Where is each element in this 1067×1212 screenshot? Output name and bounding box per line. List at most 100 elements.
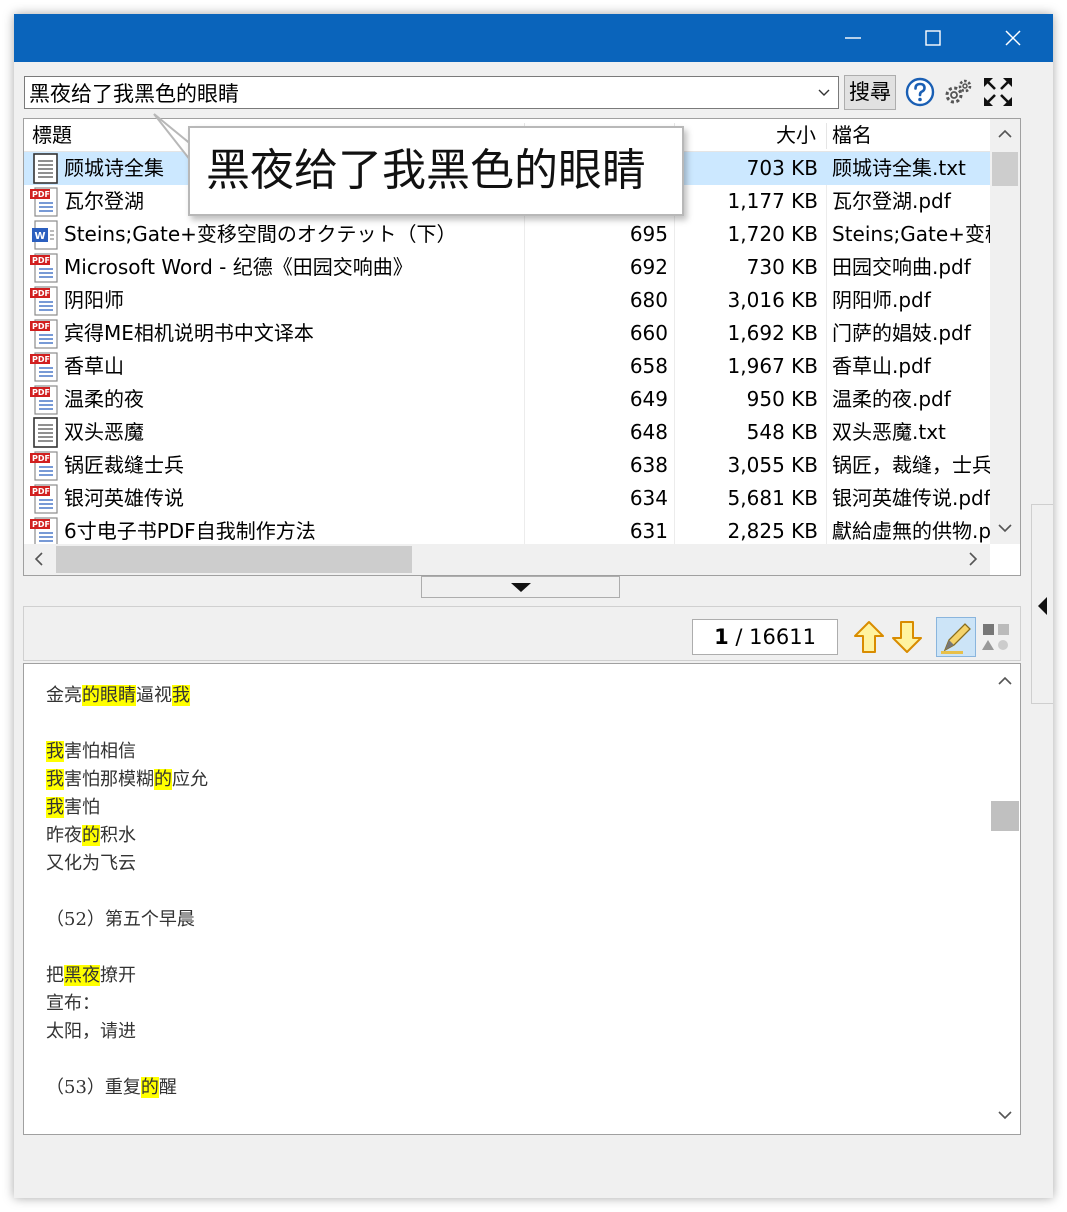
preview-text-segment: 撩开: [100, 965, 136, 986]
search-hit-highlight: 我: [46, 769, 64, 790]
scroll-left-icon[interactable]: [34, 552, 44, 566]
side-panel-toggle[interactable]: [1031, 504, 1053, 704]
preview-text-segment: 宣布：: [46, 993, 100, 1014]
row-filename: 温柔的夜.pdf: [832, 387, 951, 411]
table-row[interactable]: PDF 温柔的夜 649 950 KB 温柔的夜.pdf: [24, 383, 990, 416]
gears-icon: [945, 79, 972, 104]
column-divider[interactable]: [826, 123, 827, 149]
search-button[interactable]: 搜尋: [844, 75, 896, 110]
word-document-icon: W: [32, 220, 58, 250]
table-row[interactable]: PDF 宾得ME相机说明书中文译本 660 1,692 KB 门萨的娼妓.pdf: [24, 317, 990, 350]
preview-text-segment: 又化为飞云: [46, 853, 136, 874]
table-row[interactable]: PDF 香草山 658 1,967 KB 香草山.pdf: [24, 350, 990, 383]
search-hit-highlight: 我: [172, 685, 190, 706]
preview-line: [46, 710, 976, 738]
table-row[interactable]: PDF 6寸电子书PDF自我制作方法 631 2,825 KB 獻給虛無的供物.p: [24, 515, 990, 544]
preview-line: [46, 878, 976, 906]
search-hit-highlight: 我: [46, 797, 64, 818]
maximize-button[interactable]: [893, 14, 973, 62]
view-mode-button[interactable]: [980, 619, 1014, 655]
column-header-title[interactable]: 標題: [32, 119, 72, 152]
current-hit: 1: [714, 625, 729, 649]
row-size: 3,016 KB: [727, 288, 818, 312]
preview-text-segment: （52）第五个早晨: [46, 909, 195, 930]
row-score: 634: [629, 486, 668, 510]
table-row[interactable]: 双头恶魔 648 548 KB 双头恶魔.txt: [24, 416, 990, 449]
preview-line: 我害怕相信: [46, 738, 976, 766]
table-row[interactable]: PDF 银河英雄传说 634 5,681 KB 银河英雄传说.pdf: [24, 482, 990, 515]
row-title: 宾得ME相机说明书中文译本: [64, 321, 314, 345]
scroll-up-icon[interactable]: [998, 129, 1012, 139]
preview-line: 我害怕那模糊的应允: [46, 766, 976, 794]
results-vertical-scrollbar[interactable]: [990, 119, 1020, 544]
row-filename: 獻給虛無的供物.p: [832, 519, 990, 543]
row-title: 银河英雄传说: [64, 486, 184, 510]
search-history-dropdown[interactable]: [810, 77, 838, 108]
row-title: 6寸电子书PDF自我制作方法: [64, 519, 316, 543]
row-title: Steins;Gate+变移空間のオクテット（下）: [64, 222, 457, 246]
column-header-filename[interactable]: 檔名: [832, 119, 872, 152]
scroll-down-icon[interactable]: [998, 523, 1012, 533]
title-bar[interactable]: [14, 14, 1053, 62]
row-title: 温柔的夜: [64, 387, 144, 411]
row-size: 2,825 KB: [727, 519, 818, 543]
close-button[interactable]: [973, 14, 1053, 62]
close-icon: [1005, 30, 1021, 46]
previous-hit-button[interactable]: [852, 619, 886, 655]
help-button[interactable]: [904, 76, 936, 108]
table-row[interactable]: PDF 锅匠裁缝士兵 638 3,055 KB 锅匠，裁缝，士兵: [24, 449, 990, 482]
row-score: 692: [629, 255, 668, 279]
document-preview[interactable]: 金亮的眼睛逼视我 我害怕相信 我害怕那模糊的应允 我害怕 昨夜的积水 又化为飞云 （52）第…: [23, 663, 1021, 1135]
row-filename: 银河英雄传说.pdf: [832, 486, 990, 510]
table-row[interactable]: W Steins;Gate+变移空間のオクテット（下） 695 1,720 KB Ste…: [24, 218, 990, 251]
row-size: 1,720 KB: [727, 222, 818, 246]
svg-text:PDF: PDF: [32, 487, 50, 496]
scrollbar-thumb[interactable]: [56, 546, 412, 573]
preview-text-segment: 金亮: [46, 685, 82, 706]
preview-line: [46, 934, 976, 962]
table-row[interactable]: PDF 阴阳师 680 3,016 KB 阴阳师.pdf: [24, 284, 990, 317]
svg-text:PDF: PDF: [32, 520, 50, 529]
preview-line: （52）第五个早晨: [46, 906, 976, 934]
column-header-size[interactable]: 大小: [674, 119, 820, 152]
search-hit-highlight: 的眼睛: [82, 685, 136, 706]
next-hit-button[interactable]: [890, 619, 924, 655]
search-input[interactable]: [29, 79, 809, 107]
scroll-up-icon[interactable]: [998, 676, 1012, 686]
row-size: 703 KB: [746, 156, 818, 180]
triangle-left-icon: [1038, 597, 1047, 615]
minimize-icon: [845, 37, 861, 39]
scroll-down-icon[interactable]: [998, 1110, 1012, 1120]
chevron-down-icon: [818, 89, 830, 96]
preview-text-segment: 害怕相信: [64, 741, 136, 762]
fullscreen-button[interactable]: [982, 76, 1014, 108]
preview-vertical-scrollbar[interactable]: [990, 664, 1020, 1134]
row-size: 5,681 KB: [727, 486, 818, 510]
preview-text-segment: 逼视: [136, 685, 172, 706]
row-score: 638: [629, 453, 668, 477]
collapse-preview-button[interactable]: [421, 576, 620, 598]
row-filename: 顾城诗全集.txt: [832, 156, 966, 180]
scrollbar-thumb[interactable]: [992, 152, 1018, 186]
table-row[interactable]: PDF Microsoft Word - 纪德《田园交响曲》 692 730 KB 田园…: [24, 251, 990, 284]
highlighter-icon: [941, 623, 971, 654]
row-score: 695: [629, 222, 668, 246]
row-filename: 锅匠，裁缝，士兵: [832, 453, 990, 477]
row-score: 649: [629, 387, 668, 411]
svg-text:PDF: PDF: [32, 454, 50, 463]
scroll-right-icon[interactable]: [968, 552, 978, 566]
minimize-button[interactable]: [813, 14, 893, 62]
svg-text:PDF: PDF: [32, 355, 50, 364]
preview-text-segment: 积水: [100, 825, 136, 846]
preview-text: 金亮的眼睛逼视我 我害怕相信 我害怕那模糊的应允 我害怕 昨夜的积水 又化为飞云 （52）第…: [46, 682, 976, 1102]
results-horizontal-scrollbar[interactable]: [24, 544, 990, 575]
row-score: 648: [629, 420, 668, 444]
highlight-toggle-button[interactable]: [936, 617, 976, 657]
row-score: 660: [629, 321, 668, 345]
expand-arrows-icon: [984, 78, 1012, 106]
search-combobox[interactable]: [24, 76, 839, 109]
settings-button[interactable]: [942, 76, 974, 108]
row-size: 1,177 KB: [727, 189, 818, 213]
scrollbar-thumb[interactable]: [991, 801, 1019, 831]
preview-text-segment: 把: [46, 965, 64, 986]
